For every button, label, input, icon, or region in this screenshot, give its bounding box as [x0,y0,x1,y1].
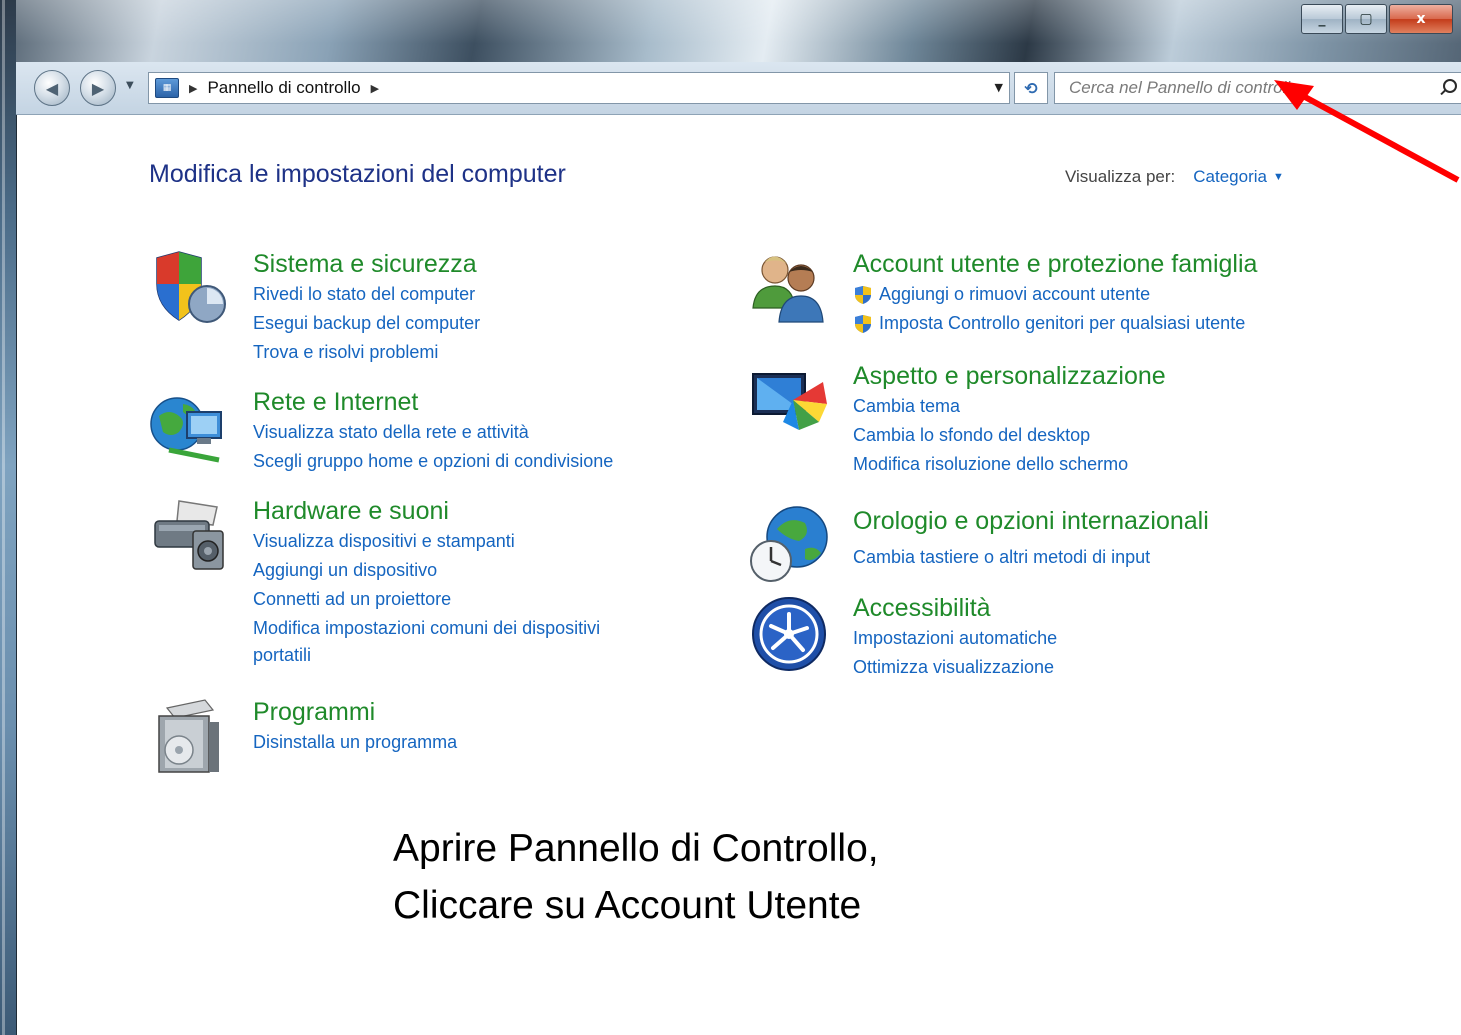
forward-button[interactable]: ▶ [80,70,116,106]
control-panel-icon: ▦ [155,78,179,98]
category-link[interactable]: Disinstalla un programma [253,728,457,757]
back-arrow-icon: ◀ [45,78,59,98]
category-title[interactable]: Sistema e sicurezza [253,248,480,280]
address-dropdown-icon[interactable]: ▼ [995,81,1003,94]
back-button[interactable]: ◀ [34,70,70,106]
forward-arrow-icon: ▶ [91,78,105,98]
window-controls: _ ▢ x [1299,4,1453,34]
category-link[interactable]: Cambia tastiere o altri metodi di input [853,543,1209,572]
breadcrumb-chevron-icon[interactable]: ▶ [189,82,197,95]
category-link-text[interactable]: Imposta Controllo genitori per qualsiasi… [879,309,1245,338]
page-title: Modifica le impostazioni del computer [149,160,566,188]
address-bar[interactable]: ▦ ▶ Pannello di controllo ▶ ▼ [148,72,1010,104]
caption-line-1: Aprire Pannello di Controllo, [393,827,879,870]
category-text: Accessibilità Impostazioni automatiche O… [853,592,1057,682]
search-box[interactable] [1054,72,1461,104]
category-link-text[interactable]: Aggiungi o rimuovi account utente [879,280,1150,309]
category-title[interactable]: Hardware e suoni [253,495,600,527]
category-link[interactable]: Esegui backup del computer [253,309,480,338]
category-link[interactable]: Impostazioni automatiche [853,624,1057,653]
shield-icon[interactable] [149,248,229,328]
navigation-bar: ◀ ▶ ▼ ▦ ▶ Pannello di controllo ▶ ▼ ⟲ [16,62,1461,115]
category-text: Sistema e sicurezza Rivedi lo stato del … [253,248,480,367]
refresh-icon: ⟲ [1024,78,1038,98]
monitor-palette-icon[interactable] [749,360,829,440]
view-by: Visualizza per: Categoria ▼ [1065,167,1284,187]
category-text: Hardware e suoni Visualizza dispositivi … [253,495,600,667]
close-button[interactable]: x [1389,4,1453,34]
category-link[interactable]: Modifica risoluzione dello schermo [853,450,1166,479]
breadcrumb-item[interactable]: Pannello di controllo [207,78,360,98]
category-title[interactable]: Orologio e opzioni internazionali [853,505,1209,537]
category-text: Programmi Disinstalla un programma [253,696,457,757]
users-icon[interactable] [749,248,829,328]
category-text: Account utente e protezione famiglia Agg… [853,248,1257,338]
category-link[interactable]: Cambia lo sfondo del desktop [853,421,1166,450]
title-bar[interactable]: _ ▢ x [16,0,1461,62]
category-title[interactable]: Accessibilità [853,592,1057,624]
chevron-down-icon[interactable]: ▼ [1273,171,1284,183]
view-by-dropdown[interactable]: Categoria [1193,167,1267,186]
category-text: Rete e Internet Visualizza stato della r… [253,386,613,476]
refresh-button[interactable]: ⟲ [1014,72,1048,104]
network-globe-icon[interactable] [149,386,229,466]
caption-line-2: Cliccare su Account Utente [393,884,862,927]
category-link[interactable]: Ottimizza visualizzazione [853,653,1057,682]
view-by-label: Visualizza per: [1065,167,1176,186]
category-link[interactable]: Visualizza dispositivi e stampanti [253,527,600,556]
category-title[interactable]: Account utente e protezione famiglia [853,248,1257,280]
window-frame-left [0,0,17,1035]
printer-speaker-icon[interactable] [149,495,229,575]
category-link[interactable]: Scegli gruppo home e opzioni di condivis… [253,447,613,476]
search-icon[interactable] [1437,77,1459,99]
category-link[interactable]: Cambia tema [853,392,1166,421]
instruction-caption: Aprire Pannello di Controllo, Cliccare s… [393,820,879,934]
category-link[interactable]: Trova e risolvi problemi [253,338,480,367]
category-text: Orologio e opzioni internazionali Cambia… [853,505,1209,572]
minimize-button[interactable]: _ [1301,4,1343,34]
category-title[interactable]: Rete e Internet [253,386,613,418]
category-link[interactable]: Visualizza stato della rete e attività [253,418,613,447]
uac-shield-icon [855,314,871,333]
category-link[interactable]: Modifica impostazioni comuni dei disposi… [253,614,600,643]
uac-shield-icon [855,285,871,304]
category-link[interactable]: portatili [253,643,600,667]
category-title[interactable]: Aspetto e personalizzazione [853,360,1166,392]
clock-globe-icon[interactable] [749,505,829,585]
category-link[interactable]: Imposta Controllo genitori per qualsiasi… [853,309,1257,338]
search-input[interactable] [1067,77,1437,99]
category-link[interactable]: Aggiungi o rimuovi account utente [853,280,1257,309]
category-link[interactable]: Rivedi lo stato del computer [253,280,480,309]
programs-box-icon[interactable] [149,696,229,776]
breadcrumb-chevron-icon[interactable]: ▶ [371,82,379,95]
category-link[interactable]: Connetti ad un proiettore [253,585,600,614]
category-title[interactable]: Programmi [253,696,457,728]
category-text: Aspetto e personalizzazione Cambia tema … [853,360,1166,479]
category-link[interactable]: Aggiungi un dispositivo [253,556,600,585]
accessibility-icon[interactable] [749,592,829,672]
history-dropdown-icon[interactable]: ▼ [126,80,134,91]
maximize-button[interactable]: ▢ [1345,4,1387,34]
